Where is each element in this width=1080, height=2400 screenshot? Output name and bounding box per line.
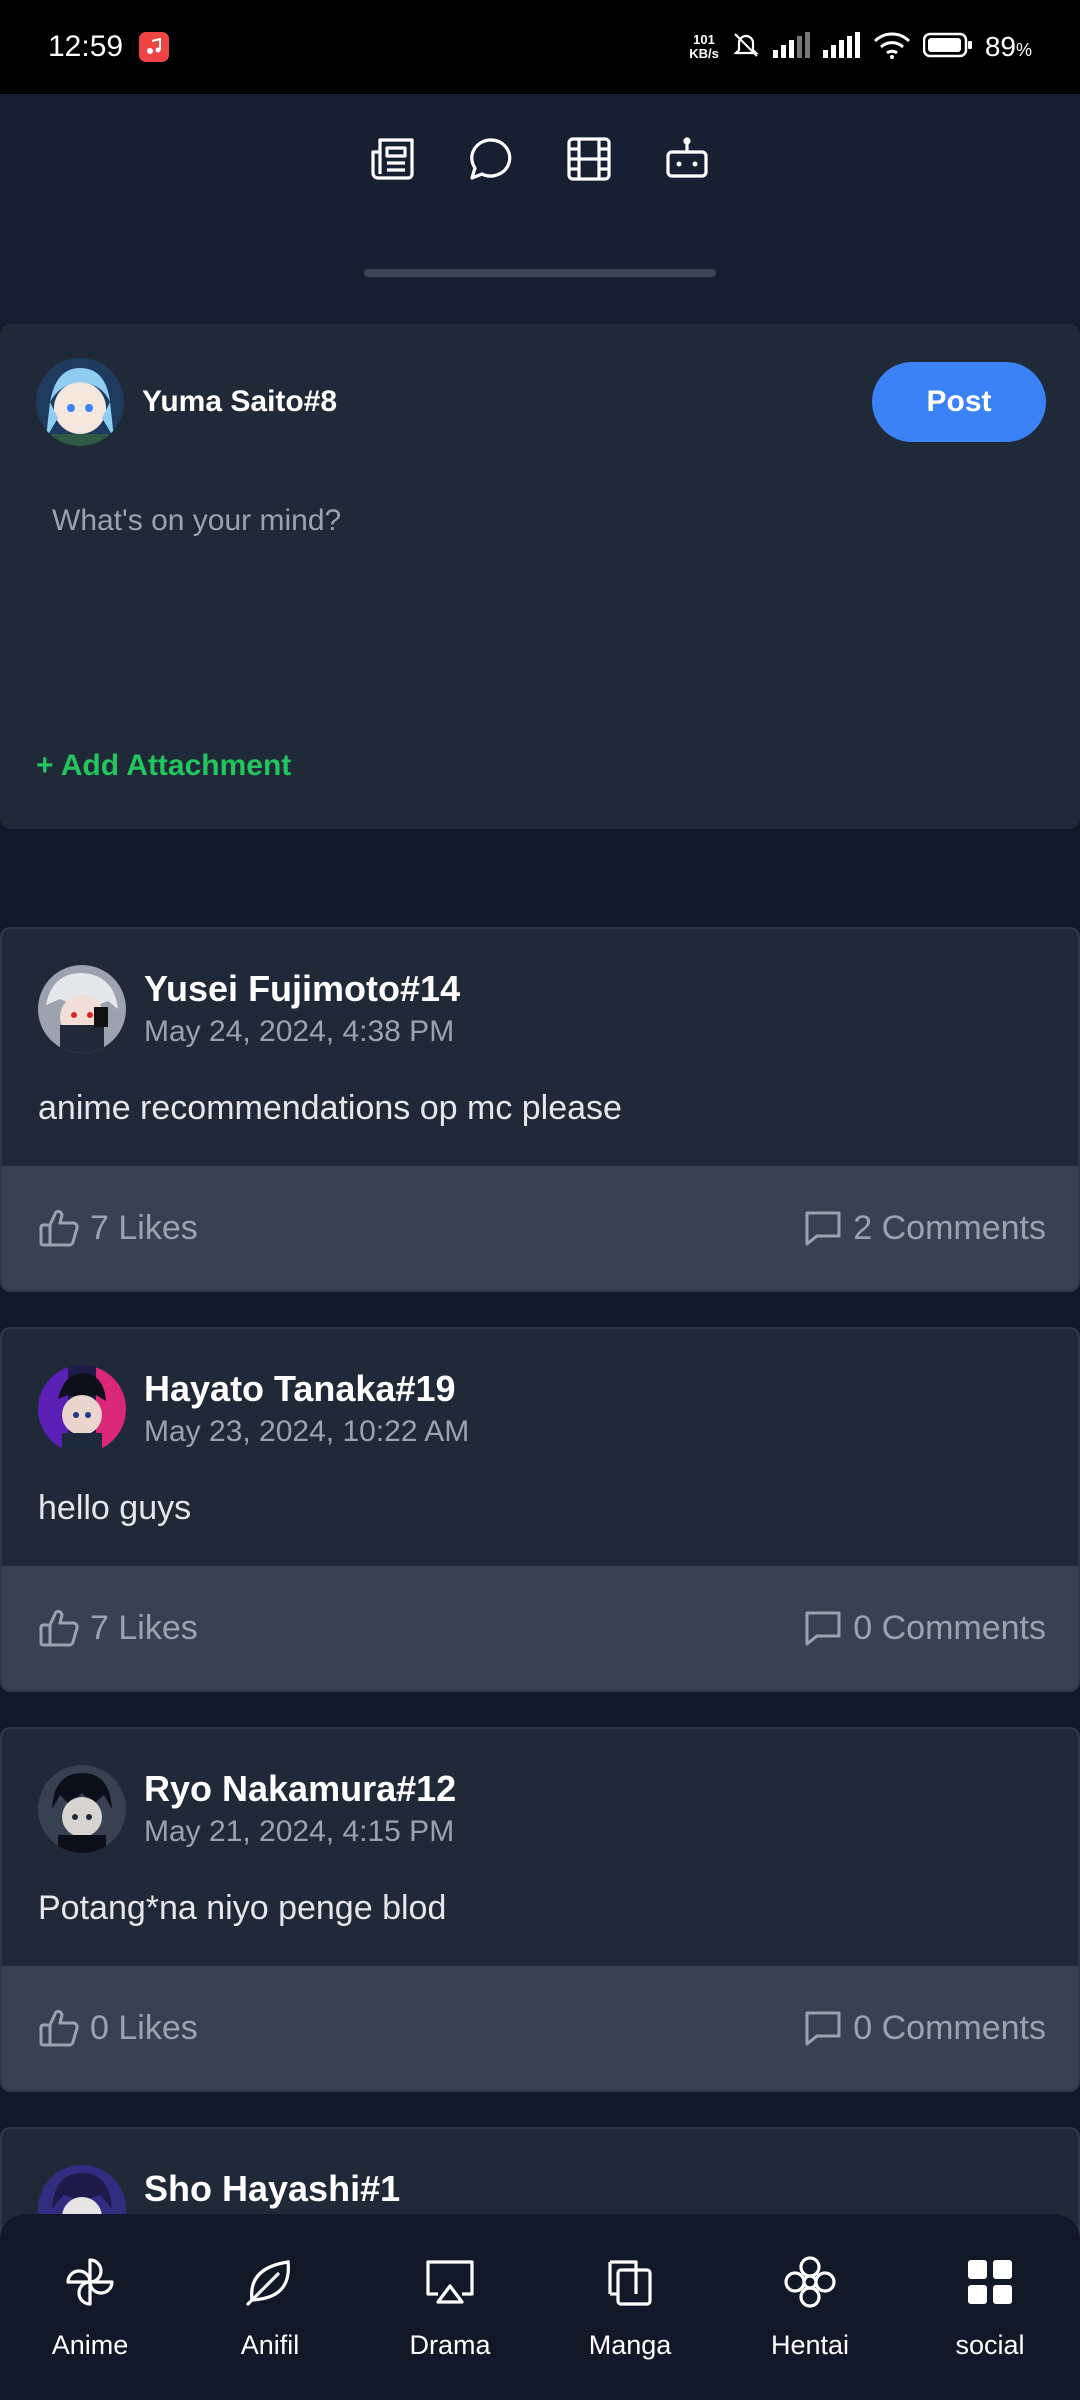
battery-percent-value: 89 (984, 31, 1016, 62)
nav-label: Manga (588, 2329, 672, 2360)
post-date: May 24, 2024, 4:38 PM (144, 1015, 455, 1048)
comment-count: 2 Comments (853, 1208, 1046, 1247)
music-icon (139, 32, 170, 62)
post-composer: Yuma Saito#8 Post + Add Attachment (0, 324, 1080, 829)
post-meta: Hayato Tanaka#19 May 23, 2024, 10:22 AM (144, 1367, 469, 1449)
status-time: 12:59 (48, 30, 124, 63)
nav-item-manga[interactable]: Manga (545, 2254, 715, 2361)
thumbs-up-icon (39, 2009, 79, 2047)
thumbs-up-icon (39, 1209, 79, 1247)
nav-item-anime[interactable]: Anime (5, 2254, 175, 2361)
composer-user-name: Yuma Saito#8 (142, 385, 338, 418)
like-button[interactable]: 7 Likes (38, 1607, 198, 1649)
like-button[interactable]: 7 Likes (38, 1207, 198, 1249)
nav-item-hentai[interactable]: Hentai (725, 2254, 895, 2361)
bottom-nav: Anime Anifil Drama Manga Hentai social (0, 2214, 1080, 2400)
tab-icons (0, 134, 1080, 184)
nav-item-anifil[interactable]: Anifil (185, 2254, 355, 2361)
pinwheel-icon (62, 2254, 118, 2310)
post-header: Yusei Fujimoto#14 May 24, 2024, 4:38 PM (38, 965, 460, 1053)
comment-button[interactable]: 0 Comments (803, 1608, 1046, 1648)
comment-icon (805, 1211, 841, 1246)
like-button[interactable]: 0 Likes (38, 2007, 198, 2049)
signal-icon-2 (822, 31, 861, 63)
avatar[interactable] (38, 1765, 126, 1853)
mute-bell-icon (731, 30, 761, 65)
robot-icon[interactable] (662, 134, 712, 184)
post-content: anime recommendations op mc please (38, 1089, 622, 1127)
post-actions: 7 Likes 2 Comments (2, 1166, 1078, 1290)
comment-icon (805, 1611, 841, 1646)
status-indicators: 101 KB/s 89% (689, 30, 1032, 65)
post-content: Potang*na niyo penge blod (38, 1889, 447, 1927)
nav-label: Drama (409, 2329, 491, 2360)
post-card: Hayato Tanaka#19 May 23, 2024, 10:22 AM … (0, 1327, 1080, 1692)
net-speed: 101 KB/s (689, 33, 719, 61)
battery-percent: 89% (985, 31, 1032, 63)
post-author[interactable]: Ryo Nakamura#12 (144, 1767, 456, 1811)
nav-label: social (955, 2329, 1025, 2360)
thumbs-up-icon (39, 1609, 79, 1647)
comment-icon (805, 2011, 841, 2046)
avatar[interactable] (38, 965, 126, 1053)
like-count: 0 Likes (90, 2008, 198, 2047)
net-speed-unit: KB/s (689, 46, 719, 61)
post-header: Ryo Nakamura#12 May 21, 2024, 4:15 PM (38, 1765, 456, 1853)
news-icon[interactable] (368, 134, 418, 184)
tab-indicator (364, 269, 716, 277)
post-button[interactable]: Post (872, 362, 1046, 442)
wifi-icon (873, 31, 911, 64)
top-tab-bar (0, 94, 1080, 324)
post-date: May 21, 2024, 4:15 PM (144, 1815, 455, 1848)
composer-header: Yuma Saito#8 (36, 358, 337, 446)
post-meta: Sho Hayashi#1 (144, 2167, 400, 2211)
post-date: May 23, 2024, 10:22 AM (144, 1415, 470, 1448)
comment-button[interactable]: 0 Comments (803, 2008, 1046, 2048)
post-actions: 0 Likes 0 Comments (2, 1966, 1078, 2090)
post-card: Yusei Fujimoto#14 May 24, 2024, 4:38 PM … (0, 927, 1080, 1292)
leaf-icon (242, 2254, 298, 2310)
nav-item-social[interactable]: social (905, 2254, 1075, 2361)
like-count: 7 Likes (90, 1208, 198, 1247)
post-meta: Yusei Fujimoto#14 May 24, 2024, 4:38 PM (144, 967, 460, 1049)
avatar[interactable] (36, 358, 124, 446)
comment-button[interactable]: 2 Comments (803, 1208, 1046, 1248)
chat-icon[interactable] (466, 134, 516, 184)
nav-label: Anime (51, 2329, 129, 2360)
battery-icon (922, 32, 973, 63)
nav-label: Anifil (240, 2329, 300, 2360)
nav-label: Hentai (770, 2329, 850, 2360)
add-attachment-button[interactable]: + Add Attachment (36, 749, 291, 783)
post-author[interactable]: Hayato Tanaka#19 (144, 1367, 469, 1411)
post-author[interactable]: Yusei Fujimoto#14 (144, 967, 460, 1011)
like-count: 7 Likes (90, 1608, 198, 1647)
post-author[interactable]: Sho Hayashi#1 (144, 2167, 400, 2211)
post-input[interactable] (36, 494, 1036, 694)
avatar[interactable] (38, 1365, 126, 1453)
signal-icon-1 (772, 31, 811, 63)
comment-count: 0 Comments (853, 2008, 1046, 2047)
nav-item-drama[interactable]: Drama (365, 2254, 535, 2361)
battery-percent-unit: % (1015, 40, 1032, 60)
status-bar: 12:59 101 KB/s 89% (0, 0, 1080, 94)
film-icon[interactable] (564, 134, 614, 184)
book-icon (602, 2254, 658, 2310)
post-content: hello guys (38, 1489, 192, 1527)
post-meta: Ryo Nakamura#12 May 21, 2024, 4:15 PM (144, 1767, 456, 1849)
cast-icon (422, 2254, 478, 2310)
post-header: Hayato Tanaka#19 May 23, 2024, 10:22 AM (38, 1365, 469, 1453)
comment-count: 0 Comments (853, 1608, 1046, 1647)
post-card: Ryo Nakamura#12 May 21, 2024, 4:15 PM Po… (0, 1727, 1080, 2092)
net-speed-value: 101 (693, 32, 715, 47)
flower-icon (782, 2254, 838, 2310)
grid-icon (962, 2254, 1018, 2310)
post-actions: 7 Likes 0 Comments (2, 1566, 1078, 1690)
screen: 12:59 101 KB/s 89% Yuma Saito#8 Post Wha… (0, 0, 1080, 2400)
